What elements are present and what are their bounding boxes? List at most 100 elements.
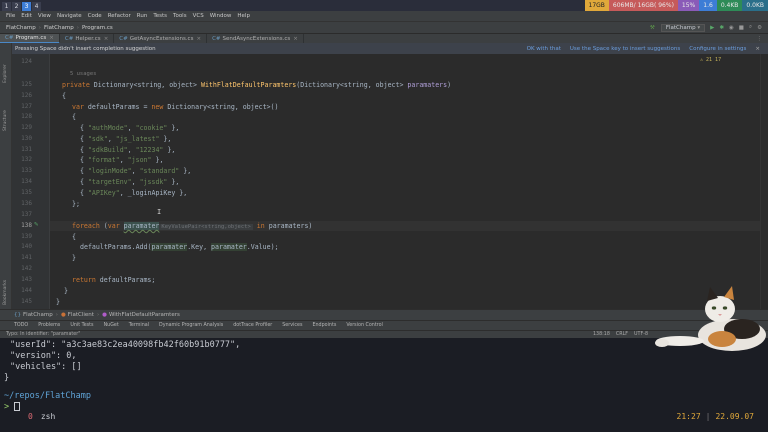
token: paramaters	[407, 81, 448, 89]
nav-solution[interactable]: FlatChamp	[6, 25, 36, 31]
editor-scrollbar[interactable]	[760, 54, 768, 309]
status-message[interactable]: Typo: In identifier: "paramater"	[6, 332, 80, 337]
namespace-icon: {}	[14, 312, 21, 318]
inspection-widget[interactable]: ⚠ 21 17	[700, 57, 721, 63]
menu-tools[interactable]: Tools	[173, 11, 187, 21]
run-configuration-select[interactable]: FlatChamp ▾	[660, 23, 706, 32]
tab-getasyncextensions-cs[interactable]: C# GetAsyncExtensions.cs ×	[114, 33, 208, 44]
line-number: 135	[21, 189, 32, 196]
menu-run[interactable]: Run	[137, 11, 148, 21]
token: "loginMode"	[87, 167, 132, 175]
breadcrumb-method[interactable]: WithFlatDefaultParamters	[109, 312, 180, 318]
services-tool-button[interactable]: Services	[282, 323, 302, 328]
workspace-4[interactable]: 4	[32, 1, 41, 11]
workspace-2[interactable]: 2	[12, 1, 21, 11]
menu-file[interactable]: File	[6, 11, 15, 21]
workspace-switcher: 1 2 3 4	[1, 1, 41, 11]
line-separator[interactable]: CRLF	[616, 332, 628, 337]
code-line-125: private Dictionary<string, object> WithF…	[62, 81, 451, 89]
bookmarks-tool-button[interactable]: Bookmarks	[3, 280, 8, 305]
close-icon[interactable]: ×	[293, 34, 298, 44]
tmux-time: 21:27	[676, 411, 701, 421]
token: Dictionary<string, object>()	[163, 103, 279, 111]
tmux-window-index[interactable]: 0	[28, 412, 33, 421]
nav-project[interactable]: FlatChamp	[44, 25, 74, 31]
token: in	[256, 222, 265, 230]
version-control-tool-button[interactable]: Version Control	[346, 323, 383, 328]
method-icon: ●	[102, 312, 107, 318]
workspace-3[interactable]: 3	[22, 1, 31, 11]
token: paramater	[151, 243, 188, 251]
stop-icon[interactable]: ■	[739, 25, 744, 31]
menu-window[interactable]: Window	[210, 11, 232, 21]
code-line-129: { "authMode", "cookie" },	[80, 124, 180, 132]
token: "cookie"	[135, 124, 168, 132]
use-space-key-link[interactable]: Use the Space key to insert suggestions	[570, 46, 680, 52]
code-line-135: { "APIKey", _loginApiKey },	[80, 189, 188, 197]
dottrace-tool-button[interactable]: dotTrace Profiler	[233, 323, 272, 328]
token: var	[107, 222, 120, 230]
menu-code[interactable]: Code	[88, 11, 102, 21]
endpoints-tool-button[interactable]: Endpoints	[312, 323, 336, 328]
tab-label: GetAsyncExtensions.cs	[129, 35, 194, 42]
menu-vcs[interactable]: VCS	[193, 11, 204, 21]
debug-icon[interactable]: ✱	[719, 25, 724, 31]
tmux-window-name[interactable]: zsh	[41, 412, 55, 421]
menu-edit[interactable]: Edit	[21, 11, 32, 21]
nav-file[interactable]: Program.cs	[82, 25, 113, 31]
caret-position[interactable]: 138:18	[593, 332, 610, 337]
tab-helper-cs[interactable]: C# Helper.cs ×	[60, 33, 115, 44]
line-number: 130	[21, 135, 32, 142]
build-icon[interactable]: ⚒	[650, 25, 655, 31]
file-encoding[interactable]: UTF-8	[634, 332, 648, 337]
code-line-139: {	[72, 233, 76, 241]
tab-program-cs[interactable]: C# Program.cs ×	[0, 33, 60, 44]
line-number: 138	[21, 222, 32, 229]
ide-menu-bar: File Edit View Navigate Code Refactor Ru…	[0, 11, 768, 21]
menu-navigate[interactable]: Navigate	[57, 11, 82, 21]
csharp-file-icon: C#	[119, 35, 128, 42]
unit-tests-tool-button[interactable]: Unit Tests	[70, 323, 93, 328]
menu-refactor[interactable]: Refactor	[108, 11, 131, 21]
token: return	[72, 276, 96, 284]
explorer-tool-button[interactable]: Explorer	[3, 64, 8, 83]
tab-label: Program.cs	[15, 34, 47, 41]
bulb-icon[interactable]: ✎	[34, 220, 38, 228]
identifier-paramater[interactable]: paramater	[123, 222, 160, 230]
close-icon[interactable]: ×	[104, 34, 109, 44]
tab-list-icon[interactable]: ⋮	[757, 36, 763, 42]
code-editor[interactable]: 124 125 126 127 128 129 130 131 132 133 …	[12, 54, 768, 309]
terminal-output-line: }	[4, 373, 10, 383]
token: Dictionary<string, object>	[93, 81, 197, 89]
menu-help[interactable]: Help	[237, 11, 250, 21]
token: "12234"	[135, 146, 164, 154]
problems-tool-button[interactable]: Problems	[38, 323, 60, 328]
attach-icon[interactable]: ◉	[729, 25, 734, 31]
usages-hint[interactable]: 5 usages	[70, 71, 97, 77]
line-number: 129	[21, 124, 32, 131]
todo-tool-button[interactable]: TODO	[14, 323, 28, 328]
ok-with-that-link[interactable]: OK with that	[527, 46, 561, 52]
line-number: 127	[21, 103, 32, 110]
line-number: 133	[21, 167, 32, 174]
terminal-tool-button[interactable]: Terminal	[129, 323, 149, 328]
tab-sendasyncextensions-cs[interactable]: C# SendAsyncExtensions.cs ×	[207, 33, 304, 44]
run-icon[interactable]: ▶	[710, 25, 714, 31]
structure-tool-button[interactable]: Structure	[3, 110, 8, 131]
workspace-1[interactable]: 1	[2, 1, 11, 11]
menu-tests[interactable]: Tests	[153, 11, 167, 21]
breadcrumb-class[interactable]: FlatClient	[68, 312, 94, 318]
breadcrumb-namespace[interactable]: FlatChamp	[23, 312, 53, 318]
settings-icon[interactable]: ⚙	[757, 25, 762, 31]
dynamic-analysis-tool-button[interactable]: Dynamic Program Analysis	[159, 323, 223, 328]
token: "format"	[87, 156, 120, 164]
nuget-tool-button[interactable]: NuGet	[104, 323, 119, 328]
close-icon[interactable]: ×	[196, 34, 201, 44]
token: "sdkBuild"	[87, 146, 128, 154]
menu-view[interactable]: View	[38, 11, 51, 21]
chevron-down-icon: ▾	[697, 24, 701, 31]
close-icon[interactable]: ×	[755, 46, 760, 52]
close-icon[interactable]: ×	[49, 33, 54, 43]
configure-settings-link[interactable]: Configure in settings	[689, 46, 746, 52]
search-everywhere-icon[interactable]: ⌕	[749, 24, 752, 31]
